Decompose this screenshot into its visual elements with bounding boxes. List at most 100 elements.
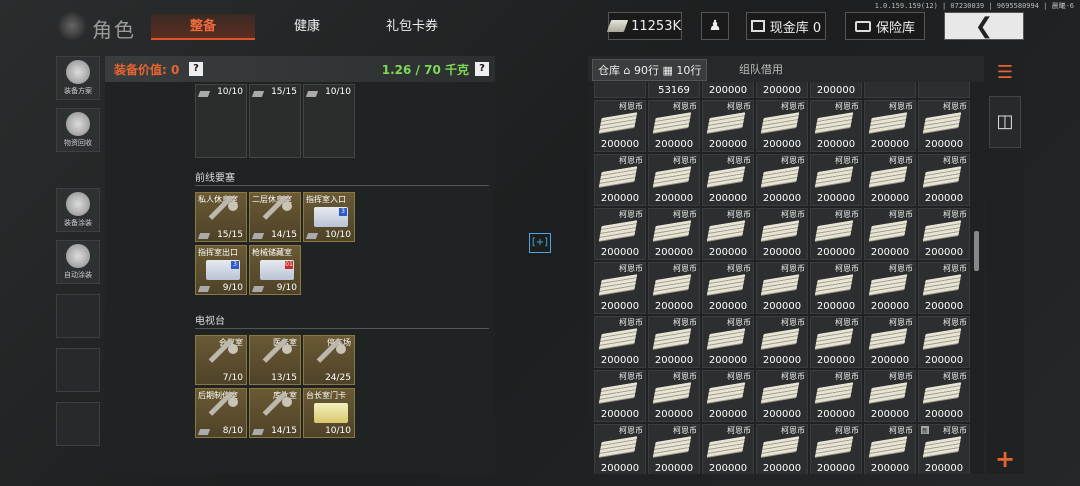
currency-cell[interactable]: 柯恩币 200000 [594,370,646,422]
item-count: 9/10 [276,283,297,293]
currency-cell[interactable]: 柯恩币 200000 [648,100,700,152]
cash-vault-button[interactable]: 现金库 0 [746,12,826,40]
key-item[interactable]: 停车场 24/25 [303,335,355,385]
tab-storage[interactable]: 仓库 ⌂ 90行 ▦ 10行 [592,59,708,81]
currency-cell[interactable]: 柯恩币 200000 [864,424,916,474]
currency-cell[interactable]: 柯恩币 200000 [810,262,862,314]
currency-cell[interactable]: 柯恩币 200000 [756,370,808,422]
add-icon[interactable]: + [989,446,1021,472]
key-item[interactable]: 二层休息室 14/15 [249,192,301,242]
currency-cell[interactable]: 柯恩币 200000 [810,154,862,206]
storage-cell[interactable] [918,82,970,98]
safe-vault-button[interactable]: 保险库 [845,12,925,40]
cash-stack-icon [922,112,962,134]
currency-cell[interactable]: 柯恩币 200000 [756,154,808,206]
currency-cell[interactable]: 柯恩币 200000 [594,262,646,314]
currency-cell[interactable]: 柯恩币 200000 [810,370,862,422]
key-item[interactable]: 库片室 14/15 [249,388,301,438]
currency-cell[interactable]: 柯恩币 200000 [810,100,862,152]
currency-name: 柯恩币 [943,102,967,111]
currency-cell[interactable]: 柯恩币 200000 [702,262,754,314]
currency-cell[interactable]: 柯恩币 200000 [756,316,808,368]
currency-display[interactable]: 11253K [606,12,682,40]
tab-health[interactable]: 健康 [268,14,346,40]
currency-cell[interactable]: 柯恩币 200000 [702,208,754,260]
key-item[interactable]: 医务室 13/15 [249,335,301,385]
currency-cell[interactable]: 柯恩币 200000 [594,316,646,368]
currency-cell[interactable]: 柯恩币 200000 [648,370,700,422]
cash-stack-icon [922,220,962,242]
currency-cell[interactable]: 柯恩币 200000 [756,100,808,152]
currency-cell[interactable]: 柯恩币 200000 [918,262,970,314]
currency-cell[interactable]: 柯恩币 200000 [702,100,754,152]
agent-button[interactable]: ♟ [701,12,729,40]
currency-cell[interactable]: 柯恩币 200000 [864,316,916,368]
currency-cell[interactable]: 柯恩币 200000 [864,370,916,422]
storage-cell[interactable] [594,82,646,98]
keycard-item[interactable]: 指挥室入口 3 10/10 [303,192,355,242]
currency-cell[interactable]: 柯恩币 200000 [864,208,916,260]
tab-loadout[interactable]: 整备 [151,14,255,40]
inventory-slot[interactable]: 15/15 [249,84,301,158]
currency-cell[interactable]: 柯恩币 200000 [864,262,916,314]
currency-cell[interactable]: 柯恩币 200000 [756,424,808,474]
loadout-plan-button[interactable]: 装备方案 [56,56,100,100]
recycle-button[interactable]: 物资回收 [56,108,100,152]
currency-cell[interactable]: 柯恩币 200000 [918,208,970,260]
key-item[interactable]: 后期制作室 8/10 [195,388,247,438]
currency-cell[interactable]: 柯恩币 200000 [756,208,808,260]
keycard-item[interactable]: 指挥室出口 3 9/10 [195,245,247,295]
weight-display: 1.26 / 70 千克 [381,63,469,77]
focus-bracket-icon[interactable]: [+] [529,233,551,253]
key-item[interactable]: 会议室 7/10 [195,335,247,385]
help-icon[interactable]: ? [189,62,203,76]
key-item[interactable]: 私人休息室 15/15 [195,192,247,242]
currency-cell[interactable]: 柯恩币 200000 [918,316,970,368]
currency-cell[interactable]: 柯恩币 200000 [810,424,862,474]
cash-stack-icon [706,112,746,134]
currency-cell[interactable]: 柯恩币 200000 [810,316,862,368]
currency-cell[interactable]: 柯恩币 200000 [702,424,754,474]
currency-cell[interactable]: 柯恩币 200000 [594,100,646,152]
currency-cell[interactable]: 柯恩币 200000 [594,208,646,260]
help-icon[interactable]: ? [475,62,489,76]
storage-cell[interactable] [864,82,916,98]
gear-paint-button[interactable]: 装备涂装 [56,188,100,232]
currency-cell[interactable]: 柯恩币 200000 [864,154,916,206]
storage-cell[interactable]: 200000 [702,82,754,98]
cell-amount: 200000 [816,355,856,366]
storage-cell[interactable]: 53169 [648,82,700,98]
currency-cell[interactable]: 柯恩币 200000 [918,154,970,206]
key-mini-icon [305,91,319,97]
currency-cell[interactable]: 柯恩币 200000 [594,424,646,474]
currency-cell[interactable]: 柯恩币 200000 [648,208,700,260]
currency-cell[interactable]: 柯恩币 200000 [864,100,916,152]
organize-button[interactable]: ◫ [989,96,1021,148]
currency-cell[interactable]: 柯恩币 200000 [702,154,754,206]
back-button[interactable]: ❮ [944,12,1024,40]
storage-cell[interactable]: 200000 [756,82,808,98]
scrollbar[interactable] [974,231,979,271]
currency-cell[interactable]: 柯恩币 200000 [702,316,754,368]
inventory-slot[interactable]: 10/10 [303,84,355,158]
keycard-item[interactable]: 台长室门卡 10/10 [303,388,355,438]
inventory-slot[interactable]: 10/10 [195,84,247,158]
cell-amount: 200000 [708,409,748,420]
tab-team-borrow[interactable]: 组队借用 [734,59,788,81]
currency-cell[interactable]: 柯恩币 200000 [810,208,862,260]
currency-cell[interactable]: 柯恩币 200000 新 [918,424,970,474]
currency-cell[interactable]: 柯恩币 200000 [918,100,970,152]
currency-cell[interactable]: 柯恩币 200000 [648,262,700,314]
tab-gift-coupons[interactable]: 礼包卡券 [360,14,464,40]
currency-cell[interactable]: 柯恩币 200000 [648,424,700,474]
currency-cell[interactable]: 柯恩币 200000 [648,316,700,368]
currency-cell[interactable]: 柯恩币 200000 [756,262,808,314]
keycard-item[interactable]: 枪械储藏室 01 9/10 [249,245,301,295]
currency-cell[interactable]: 柯恩币 200000 [918,370,970,422]
storage-cell[interactable]: 200000 [810,82,862,98]
currency-cell[interactable]: 柯恩币 200000 [648,154,700,206]
auto-paint-button[interactable]: 自动涂装 [56,240,100,284]
currency-cell[interactable]: 柯恩币 200000 [594,154,646,206]
sort-stack-icon[interactable]: ☰ [989,60,1021,86]
currency-cell[interactable]: 柯恩币 200000 [702,370,754,422]
